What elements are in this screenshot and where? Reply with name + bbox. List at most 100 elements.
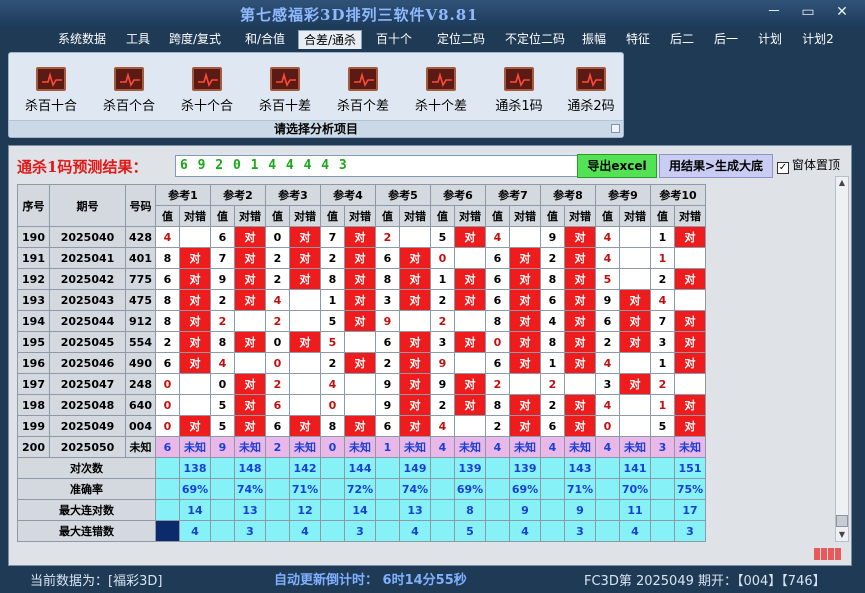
table-row[interactable]: 190 2025040 428 4 6 对 0 对 7 对 2 5 对 4 9 对 4 1 对 bbox=[17, 226, 706, 248]
stats-spacer bbox=[595, 457, 620, 479]
cell-miss bbox=[289, 352, 321, 374]
scroll-up-icon[interactable]: ▲ bbox=[836, 177, 848, 189]
col-header-period[interactable]: 期号 bbox=[49, 184, 126, 227]
col-header-ref[interactable]: 参考2 bbox=[210, 184, 266, 206]
ribbon-button-7[interactable]: 通杀1码 bbox=[479, 67, 559, 121]
export-excel-button[interactable]: 导出excel bbox=[577, 154, 657, 178]
cell-value: 2 bbox=[320, 352, 345, 374]
cell-value: 1 bbox=[320, 289, 345, 311]
cell-miss bbox=[619, 352, 651, 374]
menu-item-4[interactable]: 和/合值 bbox=[238, 30, 292, 49]
prediction-value-field[interactable]: 6 9 2 0 1 4 4 4 4 3 bbox=[175, 155, 585, 177]
menu-item-10[interactable]: 特征 bbox=[620, 30, 656, 49]
table-row[interactable]: 196 2025046 490 6 对 4 0 2 对 2 对 9 6 对 1 对 4 1 对 bbox=[17, 352, 706, 374]
table-row[interactable]: 195 2025045 554 2 对 8 对 0 对 5 6 对 3 对 0 对 8 对 2 对 3 对 bbox=[17, 331, 706, 353]
checkbox-check-icon[interactable]: ✓ bbox=[777, 162, 789, 174]
cell-hit: 对 bbox=[674, 352, 706, 374]
col-header-ref[interactable]: 参考7 bbox=[485, 184, 541, 206]
menu-item-2[interactable]: 工具 bbox=[120, 30, 156, 49]
stats-spacer bbox=[155, 499, 180, 521]
stats-spacer bbox=[210, 457, 235, 479]
table-row[interactable]: 199 2025049 004 0 对 5 对 6 对 8 对 6 对 4 2 对 6 对 0 5 对 bbox=[17, 415, 706, 437]
stats-spacer bbox=[375, 457, 400, 479]
stats-spacer bbox=[430, 520, 455, 542]
col-header-ref[interactable]: 参考9 bbox=[595, 184, 651, 206]
cell-value: 4 bbox=[155, 226, 180, 248]
menu-item-13[interactable]: 计划 bbox=[752, 30, 788, 49]
menu-item-9[interactable]: 振幅 bbox=[576, 30, 612, 49]
menu-item-14[interactable]: 计划2 bbox=[796, 30, 840, 49]
col-header-value: 值 bbox=[595, 205, 620, 227]
cell-value: 4 bbox=[595, 226, 620, 248]
cell-hit: 对 bbox=[234, 373, 266, 395]
vertical-scrollbar[interactable]: ▲ ▼ bbox=[835, 176, 849, 542]
cell-hit: 对 bbox=[619, 331, 651, 353]
row-number: 401 bbox=[125, 247, 156, 269]
cell-hit: 对 bbox=[289, 415, 321, 437]
cell-hit: 对 bbox=[564, 331, 596, 353]
col-header-ref[interactable]: 参考4 bbox=[320, 184, 376, 206]
table-row[interactable]: 192 2025042 775 6 对 9 对 2 对 8 对 8 对 1 对 6 对 8 对 5 2 对 bbox=[17, 268, 706, 290]
table-row[interactable]: 191 2025041 401 8 对 7 对 2 对 2 对 6 对 0 6 对 2 对 4 1 bbox=[17, 247, 706, 269]
menu-item-7[interactable]: 定位二码 bbox=[430, 30, 492, 49]
ribbon-button-5[interactable]: 杀百个差 bbox=[323, 67, 403, 121]
col-header-ref[interactable]: 参考6 bbox=[430, 184, 486, 206]
col-header-ref[interactable]: 参考10 bbox=[650, 184, 706, 206]
cell-hit: 对 bbox=[674, 394, 706, 416]
menu-item-6[interactable]: 百十个 bbox=[372, 30, 416, 49]
minimize-button[interactable]: － bbox=[762, 3, 786, 21]
scroll-down-icon[interactable]: ▼ bbox=[836, 529, 848, 541]
cell-hit: 对 bbox=[234, 331, 266, 353]
maximize-button[interactable]: ▭ bbox=[796, 3, 820, 21]
stats-value: 3 bbox=[344, 520, 376, 542]
menu-item-12[interactable]: 后一 bbox=[708, 30, 744, 49]
stats-value: 12 bbox=[289, 499, 321, 521]
stats-value: 17 bbox=[674, 499, 706, 521]
ribbon-button-2[interactable]: 杀百个合 bbox=[89, 67, 169, 121]
menu-item-5[interactable]: 合差/通杀 bbox=[298, 30, 362, 49]
table-row[interactable]: 198 2025048 640 0 5 对 6 0 9 对 2 对 8 对 2 对 4 1 对 bbox=[17, 394, 706, 416]
cell-miss bbox=[399, 226, 431, 248]
row-seq: 193 bbox=[17, 289, 50, 311]
status-data-source: 当前数据为：[福彩3D] bbox=[30, 574, 163, 589]
ribbon-button-1[interactable]: 杀百十合 bbox=[11, 67, 91, 121]
ribbon-button-6[interactable]: 杀十个差 bbox=[401, 67, 481, 121]
cell-hit: 对 bbox=[399, 415, 431, 437]
table-row[interactable]: 197 2025047 248 0 0 对 2 4 9 对 9 对 2 2 3 对 2 bbox=[17, 373, 706, 395]
scroll-thumb[interactable] bbox=[836, 515, 848, 527]
col-header-seq[interactable]: 序号 bbox=[17, 184, 50, 227]
table-row[interactable]: 194 2025044 912 8 对 2 2 5 对 9 2 8 对 4 对 6 对 7 对 bbox=[17, 310, 706, 332]
cell-hit: 对 bbox=[179, 268, 211, 290]
col-header-ref[interactable]: 参考1 bbox=[155, 184, 211, 206]
ribbon-button-label: 杀十个差 bbox=[414, 99, 467, 114]
stats-spacer bbox=[320, 520, 345, 542]
cell-hit: 对 bbox=[399, 352, 431, 374]
window-ontop-checkbox[interactable]: ✓ 窗体置顶 bbox=[777, 156, 840, 174]
col-header-number[interactable]: 号码 bbox=[125, 184, 156, 227]
col-header-ref[interactable]: 参考8 bbox=[540, 184, 596, 206]
col-header-ref[interactable]: 参考3 bbox=[265, 184, 321, 206]
menu-item-3[interactable]: 跨度/复式 bbox=[164, 30, 226, 49]
cell-value: 0 bbox=[155, 394, 180, 416]
menu-item-11[interactable]: 后二 bbox=[664, 30, 700, 49]
ribbon-button-4[interactable]: 杀百十差 bbox=[245, 67, 325, 121]
cell-value: 2 bbox=[375, 352, 400, 374]
stats-value: 142 bbox=[289, 457, 321, 479]
ribbon-button-label: 通杀1码 bbox=[495, 99, 543, 114]
cell-value: 5 bbox=[650, 415, 675, 437]
menu-item-8[interactable]: 不定位二码 bbox=[498, 30, 572, 49]
cell-value: 4 bbox=[430, 436, 455, 458]
close-button[interactable]: ✕ bbox=[830, 3, 854, 21]
ribbon-button-8[interactable]: 通杀2码 bbox=[551, 67, 631, 121]
ribbon-expand-icon[interactable] bbox=[611, 124, 620, 133]
cell-hit: 对 bbox=[619, 373, 651, 395]
col-header-ref[interactable]: 参考5 bbox=[375, 184, 431, 206]
table-row[interactable]: 200 2025050 未知 6 未知 9 未知 2 未知 0 未知 1 未知 4 未知 4 未知 4 未知 4 未知 3… bbox=[17, 436, 706, 458]
cell-value: 5 bbox=[320, 310, 345, 332]
ribbon-button-3[interactable]: 杀十个合 bbox=[167, 67, 247, 121]
table-row[interactable]: 193 2025043 475 8 对 2 对 4 1 对 3 对 2 对 6 对 6 对 9 对 4 bbox=[17, 289, 706, 311]
cell-value: 5 bbox=[210, 394, 235, 416]
generate-base-button[interactable]: 用结果>生成大底 bbox=[659, 154, 773, 178]
cell-miss bbox=[344, 373, 376, 395]
menu-item-1[interactable]: 系统数据 bbox=[52, 30, 112, 49]
